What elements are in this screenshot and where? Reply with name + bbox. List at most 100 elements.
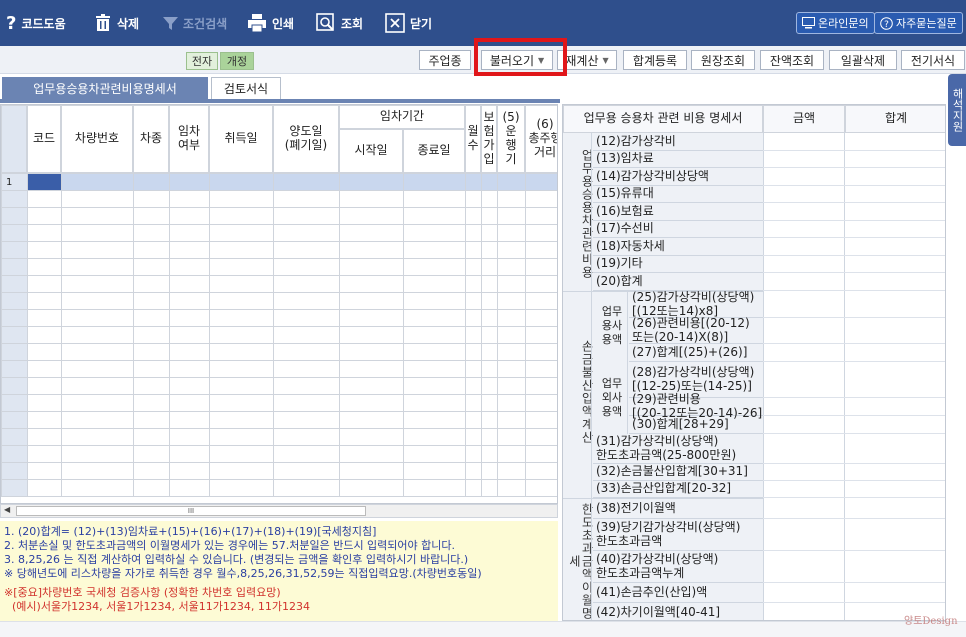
grid-cell[interactable] xyxy=(61,241,134,259)
grid-cell[interactable] xyxy=(169,275,210,293)
grid-cell[interactable] xyxy=(27,326,62,344)
grid-cell[interactable] xyxy=(209,190,274,208)
grid-cell[interactable] xyxy=(339,462,404,480)
grid-cell[interactable] xyxy=(169,258,210,276)
col-acquire-date[interactable]: 취득일 xyxy=(209,105,273,173)
grid-cell[interactable] xyxy=(133,292,170,310)
grid-cell[interactable] xyxy=(133,411,170,429)
table-row[interactable] xyxy=(1,326,557,344)
grid-cell[interactable] xyxy=(169,224,210,242)
grid-cell[interactable] xyxy=(27,343,62,361)
grid-cell[interactable] xyxy=(209,258,274,276)
grid-cell[interactable] xyxy=(481,258,498,276)
batch-delete-button[interactable]: 일괄삭제 xyxy=(829,50,897,70)
table-row[interactable] xyxy=(1,190,557,208)
grid-cell[interactable] xyxy=(497,428,526,446)
grid-cell[interactable] xyxy=(27,445,62,463)
col-start-date[interactable]: 시작일 xyxy=(339,129,403,173)
grid-cell[interactable] xyxy=(209,428,274,446)
grid-cell[interactable] xyxy=(27,479,62,497)
grid-cell[interactable] xyxy=(525,360,557,378)
grid-cell[interactable] xyxy=(27,428,62,446)
grid-cell[interactable] xyxy=(27,258,62,276)
grid-cell[interactable] xyxy=(133,190,170,208)
grid-cell[interactable] xyxy=(169,479,210,497)
online-inquiry-button[interactable]: 온라인문의 xyxy=(796,12,875,34)
grid-cell[interactable] xyxy=(273,241,340,259)
col-running-log[interactable]: (5) 운 행 기 xyxy=(497,105,525,173)
grid-cell[interactable] xyxy=(497,343,526,361)
grid-cell[interactable] xyxy=(27,309,62,327)
grid-cell[interactable] xyxy=(273,428,340,446)
grid-cell[interactable] xyxy=(209,275,274,293)
col-total-distance[interactable]: (6) 총주행 거리 xyxy=(525,105,557,173)
grid-cell[interactable] xyxy=(465,190,482,208)
grid-cell[interactable] xyxy=(525,190,557,208)
grid-cell[interactable] xyxy=(133,360,170,378)
grid-cell[interactable] xyxy=(525,343,557,361)
grid-cell[interactable] xyxy=(465,275,482,293)
grid-cell[interactable] xyxy=(133,207,170,225)
tab-review-form[interactable]: 검토서식 xyxy=(211,77,281,99)
prior-form-button[interactable]: 전기서식 xyxy=(901,50,965,70)
grid-cell[interactable] xyxy=(525,309,557,327)
grid-cell[interactable] xyxy=(169,241,210,259)
grid-cell[interactable] xyxy=(339,258,404,276)
grid-cell[interactable] xyxy=(497,411,526,429)
grid-cell[interactable] xyxy=(61,394,134,412)
grid-cell[interactable] xyxy=(497,394,526,412)
grid-cell[interactable] xyxy=(339,411,404,429)
grid-cell[interactable] xyxy=(465,258,482,276)
grid-cell[interactable] xyxy=(497,224,526,242)
grid-cell[interactable] xyxy=(339,309,404,327)
grid-cell[interactable] xyxy=(61,173,134,191)
grid-cell[interactable] xyxy=(209,224,274,242)
grid-cell[interactable] xyxy=(481,360,498,378)
grid-cell[interactable] xyxy=(133,445,170,463)
grid-cell[interactable] xyxy=(61,275,134,293)
grid-cell[interactable] xyxy=(525,394,557,412)
table-row[interactable] xyxy=(1,309,557,327)
table-row[interactable] xyxy=(1,224,557,242)
grid-cell[interactable] xyxy=(403,275,466,293)
grid-cell[interactable] xyxy=(465,173,482,191)
grid-cell[interactable] xyxy=(209,343,274,361)
grid-cell[interactable] xyxy=(465,224,482,242)
grid-cell[interactable] xyxy=(61,343,134,361)
grid-cell[interactable] xyxy=(61,224,134,242)
grid-cell[interactable] xyxy=(497,326,526,344)
grid-cell[interactable] xyxy=(273,224,340,242)
grid-cell[interactable] xyxy=(481,479,498,497)
grid-cell[interactable] xyxy=(525,326,557,344)
grid-cell[interactable] xyxy=(169,190,210,208)
grid-cell[interactable] xyxy=(133,224,170,242)
grid-cell[interactable] xyxy=(61,190,134,208)
grid-cell[interactable] xyxy=(133,258,170,276)
grid-cell[interactable] xyxy=(169,462,210,480)
grid-cell[interactable] xyxy=(525,241,557,259)
table-row[interactable] xyxy=(1,207,557,225)
grid-cell[interactable] xyxy=(403,462,466,480)
grid-cell[interactable] xyxy=(273,479,340,497)
table-row[interactable] xyxy=(1,445,557,463)
grid-cell[interactable] xyxy=(525,462,557,480)
grid-cell[interactable] xyxy=(339,445,404,463)
print-button[interactable]: 인쇄 xyxy=(247,11,294,35)
grid-cell[interactable] xyxy=(273,462,340,480)
grid-cell[interactable] xyxy=(403,428,466,446)
grid-cell[interactable] xyxy=(209,207,274,225)
grid-cell[interactable] xyxy=(525,377,557,395)
grid-cell[interactable] xyxy=(497,275,526,293)
grid-cell[interactable] xyxy=(169,445,210,463)
grid-cell[interactable] xyxy=(481,462,498,480)
table-row[interactable] xyxy=(1,479,557,497)
grid-cell[interactable] xyxy=(497,241,526,259)
grid-cell[interactable] xyxy=(481,309,498,327)
grid-cell[interactable] xyxy=(481,428,498,446)
grid-cell[interactable] xyxy=(525,275,557,293)
grid-cell[interactable] xyxy=(403,224,466,242)
grid-cell[interactable] xyxy=(403,343,466,361)
grid-cell[interactable] xyxy=(169,343,210,361)
grid-cell[interactable] xyxy=(273,377,340,395)
grid-cell[interactable] xyxy=(273,445,340,463)
